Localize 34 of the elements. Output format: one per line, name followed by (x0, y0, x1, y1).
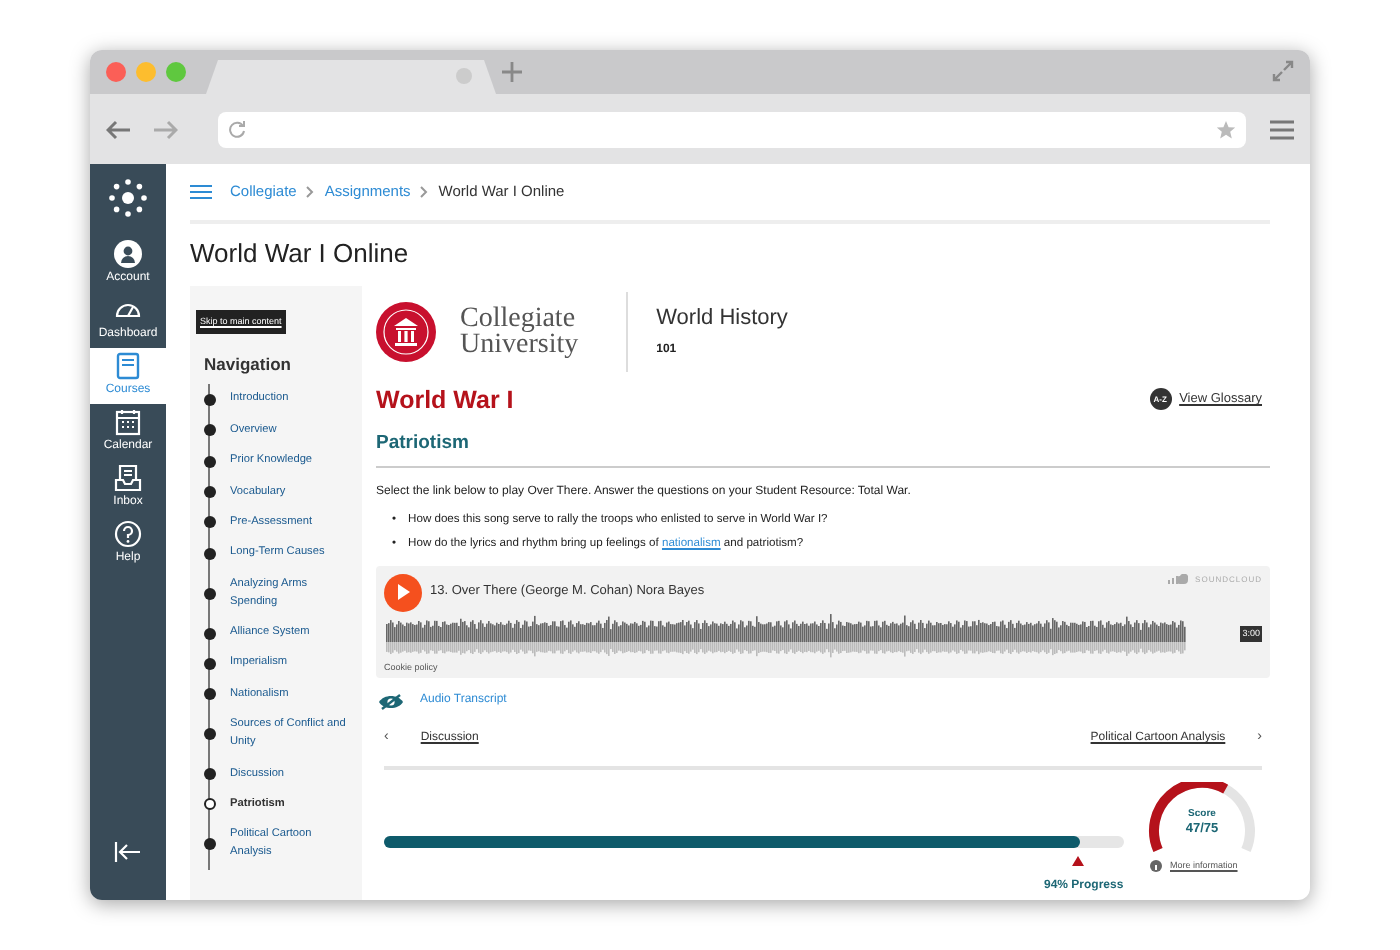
play-icon (396, 584, 410, 600)
star-icon[interactable] (1216, 119, 1236, 139)
eye-slash-icon (378, 693, 404, 710)
book-icon (114, 352, 142, 380)
chevron-icon (420, 186, 429, 198)
help-icon (114, 520, 142, 548)
info-icon (1150, 860, 1162, 873)
menu-icon[interactable] (1270, 119, 1294, 139)
inbox-tray-icon (114, 464, 142, 492)
university-name: Collegiate University (460, 305, 579, 357)
reload-icon[interactable] (228, 120, 246, 138)
expand-icon[interactable] (1272, 60, 1294, 82)
address-bar[interactable] (218, 111, 1246, 147)
collapse-arrow-icon[interactable] (114, 841, 142, 862)
section-heading: Patriotism (376, 430, 1270, 467)
user-avatar-icon (114, 240, 142, 268)
hamburger-menu-icon[interactable] (190, 184, 212, 200)
chevron-icon (306, 186, 315, 198)
plus-icon[interactable] (502, 62, 522, 82)
progress-marker-icon (1072, 855, 1085, 866)
page-title: World War I Online (190, 236, 411, 272)
maximize-window-icon[interactable] (166, 62, 186, 82)
cloud-icon (1167, 574, 1188, 584)
close-window-icon[interactable] (106, 62, 126, 82)
course-title: World History (656, 303, 788, 334)
logo-icon[interactable] (108, 178, 148, 218)
back-arrow-icon[interactable] (106, 119, 130, 139)
play-button[interactable] (384, 573, 422, 611)
university-seal-icon (376, 301, 436, 361)
navigation-heading: Navigation (204, 351, 293, 377)
forward-arrow-icon[interactable] (154, 119, 178, 139)
calendar-icon (114, 408, 142, 436)
module-title: World War I (376, 383, 514, 417)
browser-tab[interactable] (206, 60, 496, 94)
